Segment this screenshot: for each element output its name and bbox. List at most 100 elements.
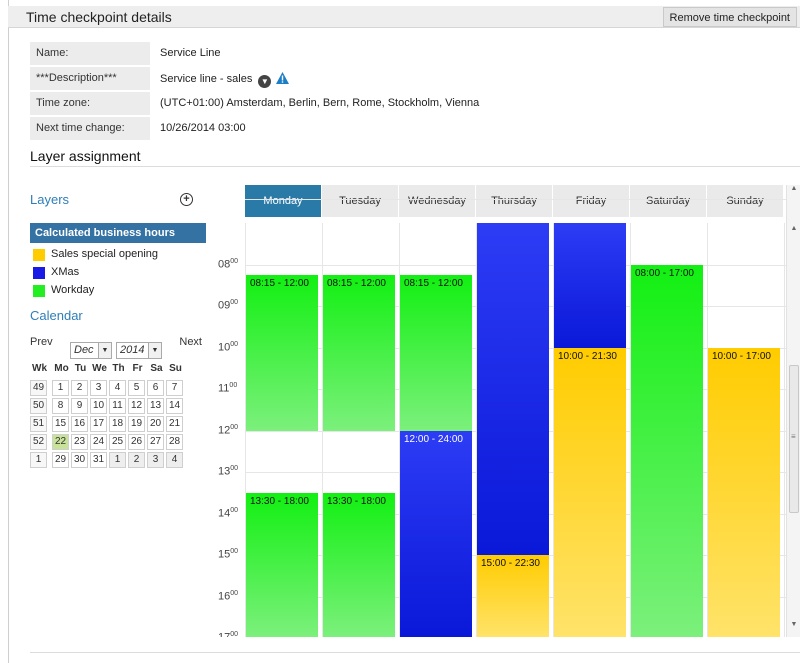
legend-swatch <box>33 249 45 261</box>
calendar-day-cell[interactable]: 28 <box>166 434 183 450</box>
calculated-business-hours-item[interactable]: Calculated business hours <box>30 223 206 243</box>
calendar-day-cell[interactable]: 10 <box>90 398 107 414</box>
hour-label-minutes: 00 <box>230 340 239 348</box>
hour-label-minutes: 00 <box>230 423 239 431</box>
chevron-down-icon[interactable]: ▼ <box>258 75 272 88</box>
calendar-header-cell: We <box>92 363 107 374</box>
week-number-cell: 50 <box>30 398 47 414</box>
schedule-block-green[interactable]: 08:15 - 12:00 <box>400 274 472 431</box>
property-row-next-change: Next time change: 10/26/2014 03:00 <box>30 117 790 142</box>
scrollbar-thumb[interactable]: ≡ <box>789 365 799 513</box>
schedule-block-green[interactable]: 13:30 - 18:00 <box>246 492 318 637</box>
calendar-day-cell[interactable]: 16 <box>71 416 88 432</box>
calendar-day-cell[interactable]: 29 <box>52 452 69 468</box>
calendar-day-cell[interactable]: 5 <box>128 380 145 396</box>
property-row-timezone: Time zone: (UTC+01:00) Amsterdam, Berlin… <box>30 92 790 117</box>
hour-label-hour: 08 <box>218 258 231 271</box>
day-header-sunday[interactable]: Sunday <box>707 185 784 217</box>
calendar-day-cell[interactable]: 31 <box>90 452 107 468</box>
week-number-cell: 52 <box>30 434 47 450</box>
hour-label: 0900 <box>218 299 238 312</box>
schedule-block-green[interactable]: 08:15 - 12:00 <box>323 274 395 431</box>
calendar-next-link[interactable]: Next <box>179 336 202 348</box>
calendar-day-cell[interactable]: 1 <box>52 380 69 396</box>
year-select-value: 2014 <box>120 344 145 356</box>
calendar-heading: Calendar <box>30 308 83 323</box>
hour-label-hour: 12 <box>218 424 231 437</box>
calendar-day-cell[interactable]: 18 <box>109 416 126 432</box>
header-bar: Time checkpoint details Remove time chec… <box>8 6 800 28</box>
hour-label: 0800 <box>218 258 238 271</box>
calendar-day-cell[interactable]: 14 <box>166 398 183 414</box>
schedule-block-blue[interactable]: 12:00 - 24:00 <box>400 430 472 637</box>
chevron-down-icon: ▼ <box>148 343 161 358</box>
calendar-header-cell: Tu <box>74 363 87 374</box>
schedule-block-green[interactable]: 08:15 - 12:00 <box>246 274 318 431</box>
schedule-block-blue[interactable] <box>477 223 549 555</box>
layers-heading: Layers <box>30 192 70 207</box>
calendar-day-cell[interactable]: 13 <box>147 398 164 414</box>
calendar-day-cell[interactable]: 19 <box>128 416 145 432</box>
calendar-day-cell[interactable]: 4 <box>109 380 126 396</box>
calendar-header-cell: Fr <box>132 363 143 374</box>
calendar-day-cell[interactable]: 15 <box>52 416 69 432</box>
calendar-prev-link[interactable]: Prev <box>30 336 53 348</box>
calendar-day-cell[interactable]: 6 <box>147 380 164 396</box>
calendar-header-cell: Wk <box>32 363 47 374</box>
scroll-up-icon[interactable]: ▲ <box>787 185 801 197</box>
day-header-friday[interactable]: Friday <box>553 185 630 217</box>
calendar-day-cell[interactable]: 21 <box>166 416 183 432</box>
calendar-day-cell[interactable]: 3 <box>90 380 107 396</box>
year-select[interactable]: 2014 ▼ <box>116 342 162 359</box>
day-header-monday[interactable]: Monday <box>245 185 322 217</box>
calendar-day-cell[interactable]: 2 <box>71 380 88 396</box>
weekly-schedule: Monday Tuesday Wednesday Thursday Friday Satu… <box>212 185 800 637</box>
schedule-scrollbar[interactable]: ▲ ▲ ≡ ▼ <box>786 185 800 637</box>
calendar-day-cell[interactable]: 7 <box>166 380 183 396</box>
calendar-header-cell: Sa <box>150 363 163 374</box>
schedule-block-yellow[interactable]: 15:00 - 22:30 <box>477 555 549 637</box>
hour-label-minutes: 00 <box>230 299 239 306</box>
hour-label-minutes: 00 <box>230 465 239 472</box>
hour-label: 1100 <box>218 382 237 395</box>
hour-label: 1600 <box>218 590 238 603</box>
schedule-block-green[interactable]: 13:30 - 18:00 <box>323 492 395 637</box>
remove-time-checkpoint-button[interactable]: Remove time checkpoint <box>662 7 797 27</box>
calendar-day-cell[interactable]: 11 <box>109 398 126 414</box>
properties-table: Name: Service Line ***Description*** Ser… <box>30 42 790 142</box>
calendar-day-cell[interactable]: 9 <box>71 398 88 414</box>
day-header-thursday[interactable]: Thursday <box>476 185 553 217</box>
calendar-day-cell[interactable]: 23 <box>71 434 88 450</box>
week-number-cell: 51 <box>30 416 47 432</box>
calendar-day-cell[interactable]: 12 <box>128 398 145 414</box>
add-layer-icon[interactable]: + <box>180 193 193 206</box>
calendar-day-cell[interactable]: 3 <box>147 452 164 468</box>
calendar-day-cell[interactable]: 22 <box>52 434 69 450</box>
scroll-up-icon[interactable]: ▲ <box>787 225 801 237</box>
calendar-day-cell[interactable]: 2 <box>128 452 145 468</box>
warning-icon[interactable] <box>276 72 290 87</box>
property-label: Time zone: <box>30 92 150 115</box>
calendar-day-cell[interactable]: 30 <box>71 452 88 468</box>
schedule-block-blue[interactable] <box>554 223 626 348</box>
calendar-day-cell[interactable]: 1 <box>109 452 126 468</box>
calendar-day-cell[interactable]: 17 <box>90 416 107 432</box>
schedule-block-yellow[interactable]: 10:00 - 21:30 <box>554 347 626 637</box>
calendar-day-cell[interactable]: 4 <box>166 452 183 468</box>
day-header-saturday[interactable]: Saturday <box>630 185 707 217</box>
hour-label: 1700 <box>218 631 238 637</box>
calendar-day-cell[interactable]: 20 <box>147 416 164 432</box>
day-header-wednesday[interactable]: Wednesday <box>399 185 476 217</box>
calendar-day-cell[interactable]: 8 <box>52 398 69 414</box>
month-select[interactable]: Dec ▼ <box>70 342 112 359</box>
calendar-day-cell[interactable]: 27 <box>147 434 164 450</box>
calendar-day-cell[interactable]: 24 <box>90 434 107 450</box>
schedule-block-yellow[interactable]: 10:00 - 17:00 <box>708 347 780 637</box>
hour-label-hour: 16 <box>218 590 231 603</box>
schedule-block-green[interactable]: 08:00 - 17:00 <box>631 264 703 637</box>
day-header-tuesday[interactable]: Tuesday <box>322 185 399 217</box>
calendar-day-cell[interactable]: 26 <box>128 434 145 450</box>
calendar-day-cell[interactable]: 25 <box>109 434 126 450</box>
property-row-name: Name: Service Line <box>30 42 790 67</box>
scroll-down-icon[interactable]: ▼ <box>787 621 801 633</box>
